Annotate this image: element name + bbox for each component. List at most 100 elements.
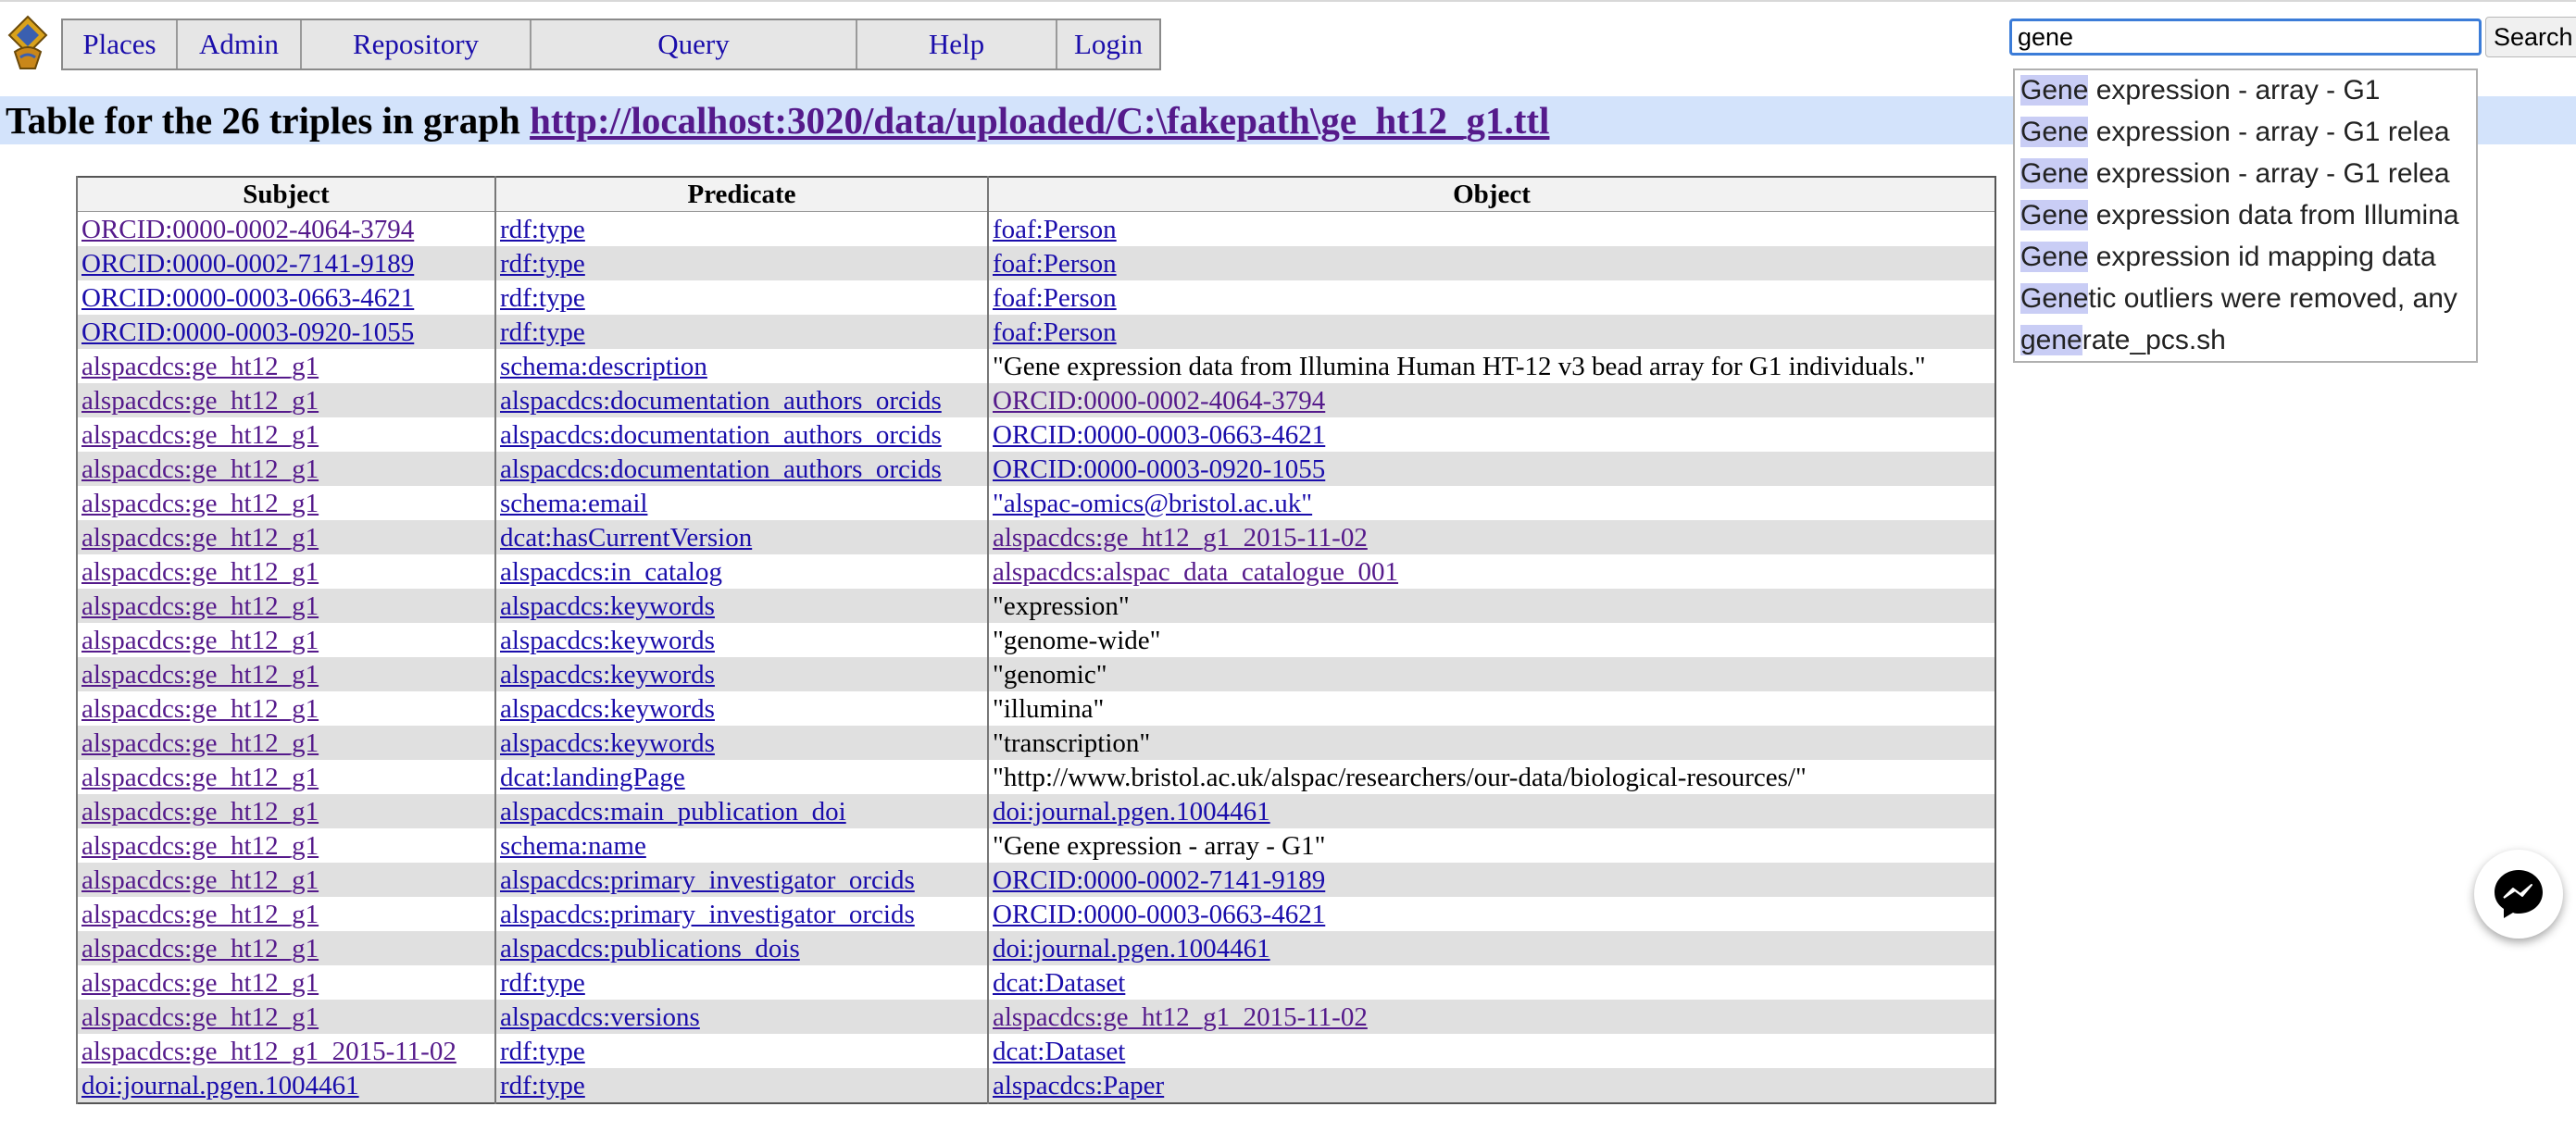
subject-link[interactable]: alspacdcs:ge_ht12_g1 — [81, 523, 319, 553]
menu-help[interactable]: Help — [857, 20, 1057, 68]
object-link[interactable]: doi:journal.pgen.1004461 — [993, 797, 1270, 827]
subject-link[interactable]: alspacdcs:ge_ht12_g1_2015-11-02 — [81, 1037, 456, 1066]
subject-link[interactable]: alspacdcs:ge_ht12_g1 — [81, 1002, 319, 1032]
subject-link[interactable]: alspacdcs:ge_ht12_g1 — [81, 420, 319, 450]
predicate-link[interactable]: rdf:type — [500, 215, 585, 244]
subject-link[interactable]: alspacdcs:ge_ht12_g1 — [81, 865, 319, 895]
autocomplete-item[interactable]: generate_pcs.sh — [2015, 320, 2476, 361]
object-cell: foaf:Person — [987, 246, 1995, 280]
object-link[interactable]: alspacdcs:ge_ht12_g1_2015-11-02 — [993, 523, 1368, 553]
predicate-link[interactable]: rdf:type — [500, 1037, 585, 1066]
object-link[interactable]: ORCID:0000-0003-0920-1055 — [993, 454, 1325, 484]
subject-link[interactable]: alspacdcs:ge_ht12_g1 — [81, 694, 319, 724]
predicate-link[interactable]: schema:name — [500, 831, 646, 861]
predicate-link[interactable]: alspacdcs:documentation_authors_orcids — [500, 420, 942, 450]
autocomplete-item[interactable]: Genetic outliers were removed, any — [2015, 279, 2476, 320]
table-row: alspacdcs:ge_ht12_g1 alspacdcs:publicatio… — [76, 931, 1995, 965]
predicate-link[interactable]: rdf:type — [500, 1071, 585, 1100]
menu-query[interactable]: Query — [531, 20, 857, 68]
subject-link[interactable]: ORCID:0000-0003-0920-1055 — [81, 317, 414, 347]
header-predicate[interactable]: Predicate — [494, 177, 988, 212]
subject-link[interactable]: alspacdcs:ge_ht12_g1 — [81, 728, 319, 758]
object-link[interactable]: foaf:Person — [993, 283, 1117, 313]
graph-link[interactable]: http://localhost:3020/data/uploaded/C:\f… — [530, 99, 1549, 142]
subject-link[interactable]: alspacdcs:ge_ht12_g1 — [81, 797, 319, 827]
predicate-link[interactable]: alspacdcs:publications_dois — [500, 934, 800, 964]
search-input[interactable] — [2009, 19, 2482, 56]
subject-link[interactable]: alspacdcs:ge_ht12_g1 — [81, 591, 319, 621]
predicate-link[interactable]: alspacdcs:primary_investigator_orcids — [500, 900, 915, 929]
predicate-link[interactable]: alspacdcs:keywords — [500, 591, 715, 621]
predicate-link[interactable]: alspacdcs:main_publication_doi — [500, 797, 846, 827]
subject-link[interactable]: alspacdcs:ge_ht12_g1 — [81, 352, 319, 381]
predicate-link[interactable]: alspacdcs:documentation_authors_orcids — [500, 386, 942, 416]
predicate-link[interactable]: dcat:landingPage — [500, 763, 685, 792]
object-cell: alspacdcs:Paper — [987, 1068, 1995, 1103]
predicate-cell: rdf:type — [494, 315, 988, 349]
subject-link[interactable]: alspacdcs:ge_ht12_g1 — [81, 934, 319, 964]
header-subject[interactable]: Subject — [76, 177, 495, 212]
subject-link[interactable]: alspacdcs:ge_ht12_g1 — [81, 626, 319, 655]
predicate-link[interactable]: alspacdcs:keywords — [500, 728, 715, 758]
subject-link[interactable]: alspacdcs:ge_ht12_g1 — [81, 968, 319, 998]
subject-link[interactable]: doi:journal.pgen.1004461 — [81, 1071, 359, 1100]
subject-link[interactable]: alspacdcs:ge_ht12_g1 — [81, 763, 319, 792]
search-button[interactable]: Search — [2485, 17, 2576, 57]
subject-link[interactable]: ORCID:0000-0003-0663-4621 — [81, 283, 414, 313]
predicate-link[interactable]: alspacdcs:keywords — [500, 626, 715, 655]
subject-link[interactable]: ORCID:0000-0002-7141-9189 — [81, 249, 414, 279]
object-link[interactable]: ORCID:0000-0002-4064-3794 — [993, 386, 1325, 416]
object-link[interactable]: ORCID:0000-0003-0663-4621 — [993, 900, 1325, 929]
menu-places[interactable]: Places — [63, 20, 178, 68]
predicate-link[interactable]: schema:email — [500, 489, 647, 518]
object-link[interactable]: ORCID:0000-0002-7141-9189 — [993, 865, 1325, 895]
subject-cell: ORCID:0000-0003-0663-4621 — [76, 280, 495, 315]
autocomplete-item[interactable]: Gene expression - array - G1 relea — [2015, 154, 2476, 195]
subject-link[interactable]: alspacdcs:ge_ht12_g1 — [81, 386, 319, 416]
object-link[interactable]: dcat:Dataset — [993, 1037, 1125, 1066]
object-link[interactable]: "alspac-omics@bristol.ac.uk" — [993, 489, 1312, 518]
header-object[interactable]: Object — [987, 177, 1995, 212]
object-link[interactable]: doi:journal.pgen.1004461 — [993, 934, 1270, 964]
object-link[interactable]: alspacdcs:alspac_data_catalogue_001 — [993, 557, 1398, 587]
predicate-link[interactable]: alspacdcs:documentation_authors_orcids — [500, 454, 942, 484]
autocomplete-item[interactable]: Gene expression data from Illumina — [2015, 195, 2476, 237]
object-link[interactable]: alspacdcs:Paper — [993, 1071, 1164, 1100]
table-row: alspacdcs:ge_ht12_g1 dcat:landingPage "htt… — [76, 760, 1995, 794]
predicate-link[interactable]: alspacdcs:keywords — [500, 660, 715, 690]
chat-button[interactable] — [2474, 850, 2563, 939]
subject-link[interactable]: alspacdcs:ge_ht12_g1 — [81, 660, 319, 690]
predicate-link[interactable]: alspacdcs:versions — [500, 1002, 700, 1032]
subject-link[interactable]: alspacdcs:ge_ht12_g1 — [81, 489, 319, 518]
predicate-link[interactable]: rdf:type — [500, 283, 585, 313]
subject-link[interactable]: alspacdcs:ge_ht12_g1 — [81, 557, 319, 587]
menu-repository[interactable]: Repository — [302, 20, 531, 68]
predicate-link[interactable]: rdf:type — [500, 317, 585, 347]
autocomplete-item[interactable]: Gene expression - array - G1 relea — [2015, 112, 2476, 154]
predicate-link[interactable]: alspacdcs:in_catalog — [500, 557, 722, 587]
object-cell: "transcription" — [987, 726, 1995, 760]
autocomplete-item[interactable]: Gene expression id mapping data — [2015, 237, 2476, 279]
object-link[interactable]: foaf:Person — [993, 249, 1117, 279]
menu-admin[interactable]: Admin — [178, 20, 302, 68]
subject-link[interactable]: ORCID:0000-0002-4064-3794 — [81, 215, 414, 244]
object-link[interactable]: foaf:Person — [993, 317, 1117, 347]
subject-link[interactable]: alspacdcs:ge_ht12_g1 — [81, 454, 319, 484]
object-link[interactable]: alspacdcs:ge_ht12_g1_2015-11-02 — [993, 1002, 1368, 1032]
predicate-link[interactable]: schema:description — [500, 352, 707, 381]
table-row: alspacdcs:ge_ht12_g1 schema:description "G… — [76, 349, 1995, 383]
predicate-cell: alspacdcs:keywords — [494, 589, 988, 623]
predicate-link[interactable]: dcat:hasCurrentVersion — [500, 523, 752, 553]
subject-link[interactable]: alspacdcs:ge_ht12_g1 — [81, 831, 319, 861]
swish-logo-icon[interactable] — [7, 15, 48, 70]
predicate-link[interactable]: alspacdcs:primary_investigator_orcids — [500, 865, 915, 895]
autocomplete-item[interactable]: Gene expression - array - G1 — [2015, 70, 2476, 112]
object-link[interactable]: ORCID:0000-0003-0663-4621 — [993, 420, 1325, 450]
menu-login[interactable]: Login — [1057, 20, 1159, 68]
object-link[interactable]: foaf:Person — [993, 215, 1117, 244]
predicate-link[interactable]: alspacdcs:keywords — [500, 694, 715, 724]
predicate-link[interactable]: rdf:type — [500, 968, 585, 998]
predicate-link[interactable]: rdf:type — [500, 249, 585, 279]
object-link[interactable]: dcat:Dataset — [993, 968, 1125, 998]
subject-link[interactable]: alspacdcs:ge_ht12_g1 — [81, 900, 319, 929]
